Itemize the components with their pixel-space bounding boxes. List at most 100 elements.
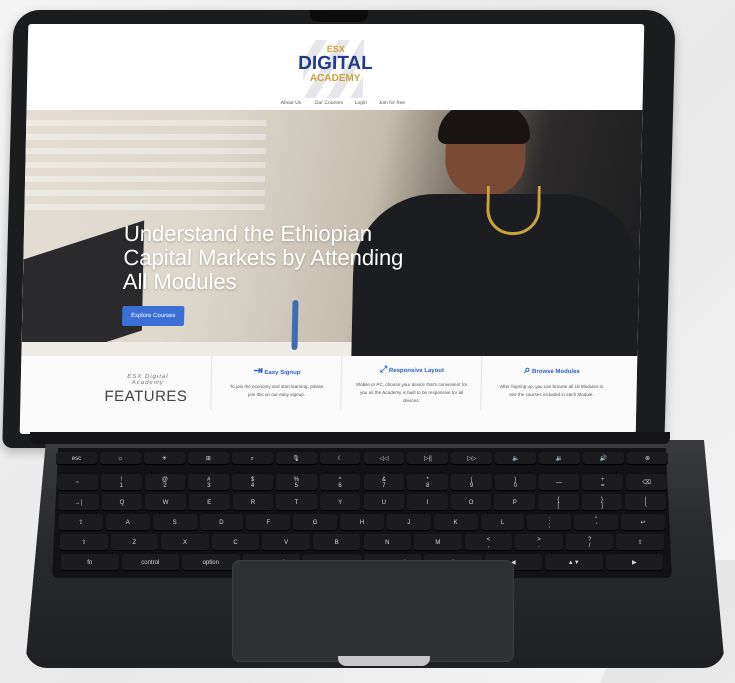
window-blind bbox=[24, 176, 266, 182]
key[interactable]: " ' bbox=[574, 514, 619, 531]
feature-desc: After Signing up, you can browse all 16 … bbox=[499, 384, 604, 397]
key[interactable]: J bbox=[386, 514, 431, 531]
key[interactable]: C bbox=[211, 534, 260, 551]
feature-desc: To join the economy and start learning, … bbox=[229, 384, 324, 397]
key[interactable]: ⌫ bbox=[626, 474, 667, 491]
key[interactable]: T bbox=[276, 494, 317, 511]
key[interactable]: + = bbox=[582, 474, 624, 491]
keyboard-keys: esc ☼ ☀ ⊞ ⌕ 🎙 ☾ ◁◁ ▷|| ▷▷ 🔈 🔉 🔊 ⊗ ~! 1 @ 2 # 3 $ 4% 5 ^ 6 &… bbox=[56, 452, 668, 576]
search-icon: ⌕ bbox=[524, 364, 531, 376]
key[interactable]: Z bbox=[110, 534, 159, 551]
key[interactable]: % 5 bbox=[275, 474, 317, 491]
key[interactable]: A bbox=[105, 514, 150, 531]
key[interactable]: : ; bbox=[527, 514, 572, 531]
key[interactable]: ☾ bbox=[319, 452, 361, 465]
key[interactable]: ⊗ bbox=[627, 452, 668, 465]
key[interactable]: ⇪ bbox=[59, 514, 103, 531]
key[interactable]: ↩ bbox=[621, 514, 665, 531]
key[interactable]: ! 1 bbox=[100, 474, 142, 491]
feature-signup: ⇥ Easy Signup To join the economy and st… bbox=[210, 356, 343, 410]
key[interactable]: option bbox=[182, 554, 240, 571]
key[interactable]: ▷|| bbox=[407, 452, 449, 465]
key[interactable]: 🔈 bbox=[495, 452, 537, 465]
feature-title: Browse Modules bbox=[532, 369, 580, 375]
key[interactable]: ⇧ bbox=[60, 534, 108, 551]
key[interactable]: $ 4 bbox=[232, 474, 273, 491]
site-logo[interactable]: ESX DIGITAL ACADEMY bbox=[285, 38, 386, 100]
key[interactable]: } ] bbox=[581, 494, 623, 511]
key[interactable]: B bbox=[312, 534, 361, 551]
key[interactable]: ? / bbox=[565, 534, 614, 551]
key[interactable]: X bbox=[161, 534, 209, 551]
trackpad[interactable] bbox=[232, 560, 514, 662]
key[interactable]: K bbox=[433, 514, 478, 531]
key[interactable]: control bbox=[121, 554, 179, 571]
photo-person-hair bbox=[437, 110, 531, 144]
laptop-hinge bbox=[30, 432, 670, 444]
expand-icon: ⤢ bbox=[380, 364, 388, 374]
photo-pen bbox=[291, 300, 299, 350]
key[interactable]: 🔉 bbox=[539, 452, 581, 465]
window-blind bbox=[25, 134, 266, 140]
key[interactable]: ☀ bbox=[143, 452, 185, 465]
key[interactable]: Y bbox=[319, 494, 361, 511]
key[interactable]: G bbox=[293, 514, 338, 531]
key[interactable]: N bbox=[363, 534, 412, 551]
key[interactable]: > . bbox=[515, 534, 563, 551]
key[interactable]: E bbox=[188, 494, 230, 511]
key[interactable]: H bbox=[340, 514, 384, 531]
key[interactable]: ▶ bbox=[605, 554, 663, 571]
key[interactable]: 🔊 bbox=[583, 452, 625, 465]
key[interactable]: { [ bbox=[538, 494, 579, 511]
key[interactable]: ⊞ bbox=[187, 452, 229, 465]
key[interactable]: * 8 bbox=[407, 474, 449, 491]
key[interactable]: S bbox=[152, 514, 197, 531]
key[interactable]: L bbox=[480, 514, 525, 531]
key[interactable]: O bbox=[450, 494, 492, 511]
explore-courses-button[interactable]: Explore Courses bbox=[121, 306, 185, 326]
key[interactable]: U bbox=[363, 494, 405, 511]
key[interactable]: @ 2 bbox=[144, 474, 186, 491]
key[interactable]: →| bbox=[58, 494, 99, 511]
key[interactable]: & 7 bbox=[363, 474, 405, 491]
key[interactable]: esc bbox=[56, 452, 97, 465]
key[interactable]: R bbox=[232, 494, 274, 511]
key[interactable]: < , bbox=[464, 534, 513, 551]
key[interactable]: 🎙 bbox=[275, 452, 317, 465]
key[interactable]: ( 9 bbox=[451, 474, 492, 491]
feature-responsive: ⤢ Responsive Layout Mobile or PC, choose… bbox=[340, 356, 483, 410]
key[interactable]: # 3 bbox=[188, 474, 230, 491]
key[interactable]: — bbox=[538, 474, 580, 491]
nav-about[interactable]: About Us bbox=[281, 100, 302, 106]
key[interactable]: ▲▼ bbox=[545, 554, 603, 571]
window-blind bbox=[24, 190, 265, 196]
key[interactable]: F bbox=[246, 514, 291, 531]
nav-login[interactable]: Login bbox=[355, 100, 367, 106]
feature-browse: ⌕ Browse Modules After Signing up, you c… bbox=[480, 356, 623, 410]
key[interactable]: P bbox=[494, 494, 536, 511]
key[interactable]: ◁◁ bbox=[363, 452, 405, 465]
key[interactable]: ☼ bbox=[99, 452, 141, 465]
nav-join[interactable]: Join for free bbox=[379, 100, 406, 106]
window-blind bbox=[24, 204, 265, 210]
key[interactable]: M bbox=[414, 534, 462, 551]
feature-title: Easy Signup bbox=[264, 370, 301, 376]
key[interactable]: ~ bbox=[57, 474, 98, 491]
feature-desc: Mobile or PC, choose your device that's … bbox=[356, 382, 468, 403]
key[interactable]: ^ 6 bbox=[319, 474, 361, 491]
key[interactable]: I bbox=[407, 494, 448, 511]
nav-courses[interactable]: Our Courses bbox=[315, 100, 343, 106]
key[interactable]: D bbox=[199, 514, 244, 531]
key[interactable]: ⇧ bbox=[616, 534, 664, 551]
key[interactable]: V bbox=[262, 534, 310, 551]
key[interactable]: Q bbox=[101, 494, 143, 511]
key[interactable]: fn bbox=[61, 554, 119, 571]
camera-notch bbox=[310, 10, 368, 22]
features-strip: ESX Digital Academy FEATURES ⇥ Easy Sign… bbox=[19, 356, 638, 434]
front-notch bbox=[338, 656, 430, 666]
key[interactable]: ⌕ bbox=[231, 452, 273, 465]
key[interactable]: W bbox=[145, 494, 186, 511]
key[interactable]: ) 0 bbox=[494, 474, 536, 491]
key[interactable]: | \ bbox=[625, 494, 666, 511]
key[interactable]: ▷▷ bbox=[451, 452, 493, 465]
